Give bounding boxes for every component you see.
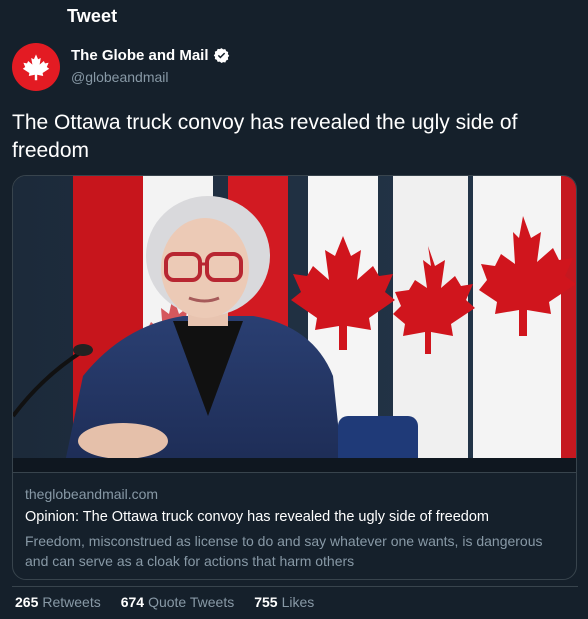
quote-tweets-label: Quote Tweets (148, 594, 235, 610)
author-handle[interactable]: @globeandmail (71, 69, 169, 85)
card-description: Freedom, misconstrued as license to do a… (25, 533, 543, 569)
avatar[interactable] (12, 43, 60, 91)
card-domain[interactable]: theglobeandmail.com (25, 486, 158, 502)
retweets-stat[interactable]: 265 Retweets (15, 594, 101, 610)
likes-count: 755 (254, 594, 278, 610)
author-name[interactable]: The Globe and Mail (71, 47, 209, 64)
author-name-row[interactable]: The Globe and Mail (71, 47, 230, 64)
maple-leaf-icon (22, 54, 50, 81)
tweet-page: Tweet The Globe and Mail @globeandmail T… (0, 0, 588, 619)
link-card[interactable]: theglobeandmail.com Opinion: The Ottawa … (12, 175, 577, 580)
divider (12, 586, 578, 587)
press-conference-photo (13, 176, 576, 472)
likes-stat[interactable]: 755 Likes (254, 594, 314, 610)
quote-tweets-count: 674 (120, 594, 145, 610)
verified-badge-icon (213, 47, 230, 64)
tweet-text: The Ottawa truck convoy has revealed the… (12, 111, 518, 162)
page-title: Tweet (67, 6, 118, 26)
quote-tweets-stat[interactable]: 674 Quote Tweets (121, 594, 235, 610)
retweets-count: 265 (15, 594, 39, 610)
card-title[interactable]: Opinion: The Ottawa truck convoy has rev… (25, 509, 489, 525)
card-image[interactable] (13, 176, 576, 473)
retweets-label: Retweets (42, 594, 101, 610)
tweet-stats: 265 Retweets 674 Quote Tweets 755 Likes (15, 594, 314, 610)
likes-label: Likes (281, 594, 315, 610)
